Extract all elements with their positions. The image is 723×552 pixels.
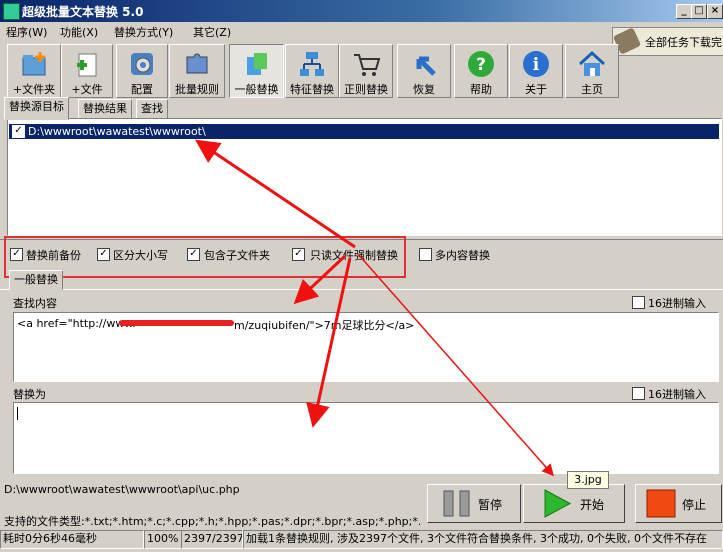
window-title: 超级批量文本替换 5.0: [22, 5, 144, 19]
add-file-icon: [77, 53, 97, 77]
multi-content-label: 多内容替换: [435, 249, 490, 262]
restore-button[interactable]: 恢复: [397, 44, 451, 98]
minimize-button[interactable]: _: [676, 4, 692, 19]
pause-icon: [443, 490, 470, 517]
add-folder-button[interactable]: +文件夹: [7, 44, 61, 98]
puzzle-icon: [186, 53, 208, 74]
about-button[interactable]: i 关于: [509, 44, 563, 98]
batch-rules-button[interactable]: 批量规则: [169, 44, 225, 98]
feature-replace-label: 特征替换: [290, 83, 334, 96]
tree-icon: [300, 52, 324, 76]
multi-content-checkbox[interactable]: [419, 248, 432, 261]
gear-icon: [131, 53, 153, 75]
redaction-mark: [119, 320, 234, 326]
cart-icon: [354, 54, 381, 76]
source-list[interactable]: ✓ D:\wwwroot\wawatest\wwwroot\: [7, 118, 722, 236]
help-label: 帮助: [470, 83, 492, 96]
homepage-button[interactable]: 主页: [565, 44, 619, 98]
title-bar[interactable]: 超级批量文本替换 5.0 _ □ ×: [0, 0, 723, 22]
pause-button[interactable]: 暂停: [427, 484, 521, 523]
subtab-divider: [0, 289, 723, 290]
status-elapsed: 耗时0分6秒46毫秒: [0, 530, 144, 549]
start-label: 开始: [580, 498, 605, 512]
highlight-box: [4, 236, 406, 278]
menu-function[interactable]: 功能(X): [60, 24, 98, 40]
add-folder-label: +文件夹: [12, 83, 56, 96]
stop-label: 停止: [682, 498, 707, 512]
source-path: D:\wwwroot\wawatest\wwwroot\: [28, 125, 206, 138]
config-label: 配置: [131, 83, 153, 96]
home-icon: [578, 50, 606, 76]
normal-replace-label: 一般替换: [234, 83, 279, 96]
tab-source-target[interactable]: 替换源目标: [4, 97, 69, 120]
svg-text:i: i: [533, 55, 540, 75]
svg-text:?: ?: [476, 55, 486, 75]
find-hex-checkbox[interactable]: [632, 296, 645, 309]
notification-text: 全部任务下载完: [645, 36, 722, 49]
regex-replace-label: 正则替换: [344, 83, 388, 96]
replace-hex-checkbox[interactable]: [632, 387, 645, 400]
tab-find[interactable]: 查找: [136, 99, 168, 119]
batch-rules-label: 批量规则: [175, 83, 219, 96]
regex-replace-button[interactable]: 正则替换: [339, 44, 393, 98]
about-label: 关于: [525, 83, 547, 96]
app-icon: [3, 3, 20, 20]
download-notification[interactable]: 全部任务下载完: [612, 27, 723, 56]
file-types-label: 支持的文件类型:*.txt;*.htm;*.c;*.cpp;*.h;*.hpp;…: [4, 515, 420, 528]
feature-replace-button[interactable]: 特征替换: [285, 44, 339, 98]
replace-icon: [246, 53, 267, 75]
menu-program[interactable]: 程序(W): [6, 24, 47, 40]
info-icon: i: [523, 51, 549, 77]
help-icon: ?: [468, 51, 494, 77]
subtab-normal-replace[interactable]: 一般替换: [9, 270, 63, 290]
find-text-end: m/zuqiubifen/">7m足球比分</a>: [234, 319, 415, 332]
menu-other[interactable]: 其它(Z): [193, 24, 231, 40]
start-button[interactable]: 开始: [523, 484, 625, 523]
status-percent: 100%: [144, 530, 182, 549]
stop-button[interactable]: 停止: [635, 484, 722, 523]
status-count: 2397/2397: [181, 530, 243, 549]
maximize-button[interactable]: □: [691, 4, 707, 19]
find-textarea[interactable]: <a href="http://www. m/zuqiubifen/">7m足球…: [13, 312, 719, 382]
list-item[interactable]: ✓ D:\wwwroot\wawatest\wwwroot\: [9, 124, 719, 139]
add-folder-icon: [22, 52, 46, 76]
tooltip: 3.jpg: [567, 471, 609, 489]
normal-replace-button[interactable]: 一般替换: [229, 44, 284, 98]
find-label: 查找内容: [13, 297, 57, 310]
stop-icon: [646, 489, 676, 518]
add-file-button[interactable]: +文件: [61, 44, 113, 98]
status-message: 加载1条替换规则, 涉及2397个文件, 3个文件符合替换条件, 3个成功, 0…: [243, 530, 723, 549]
text-caret: [17, 407, 18, 420]
find-hex-label: 16进制输入: [648, 297, 706, 310]
current-file-path: D:\wwwroot\wawatest\wwwroot\api\uc.php: [4, 483, 240, 496]
restore-label: 恢复: [413, 83, 435, 96]
source-checkbox[interactable]: ✓: [12, 125, 25, 138]
close-button[interactable]: ×: [707, 4, 723, 19]
config-button[interactable]: 配置: [116, 44, 168, 98]
pause-label: 暂停: [478, 498, 503, 512]
find-text-start: <a href="http://www.: [17, 317, 136, 330]
add-file-label: +文件: [71, 83, 103, 96]
tab-replace-result[interactable]: 替换结果: [78, 99, 132, 119]
homepage-label: 主页: [581, 83, 603, 96]
replace-label: 替换为: [13, 388, 46, 401]
menu-replace-mode[interactable]: 替换方式(Y): [114, 24, 173, 40]
undo-arrow-icon: [416, 56, 436, 76]
help-button[interactable]: ? 帮助: [454, 44, 508, 98]
replace-textarea[interactable]: [13, 402, 719, 474]
replace-hex-label: 16进制输入: [648, 388, 706, 401]
play-icon: [544, 489, 572, 518]
